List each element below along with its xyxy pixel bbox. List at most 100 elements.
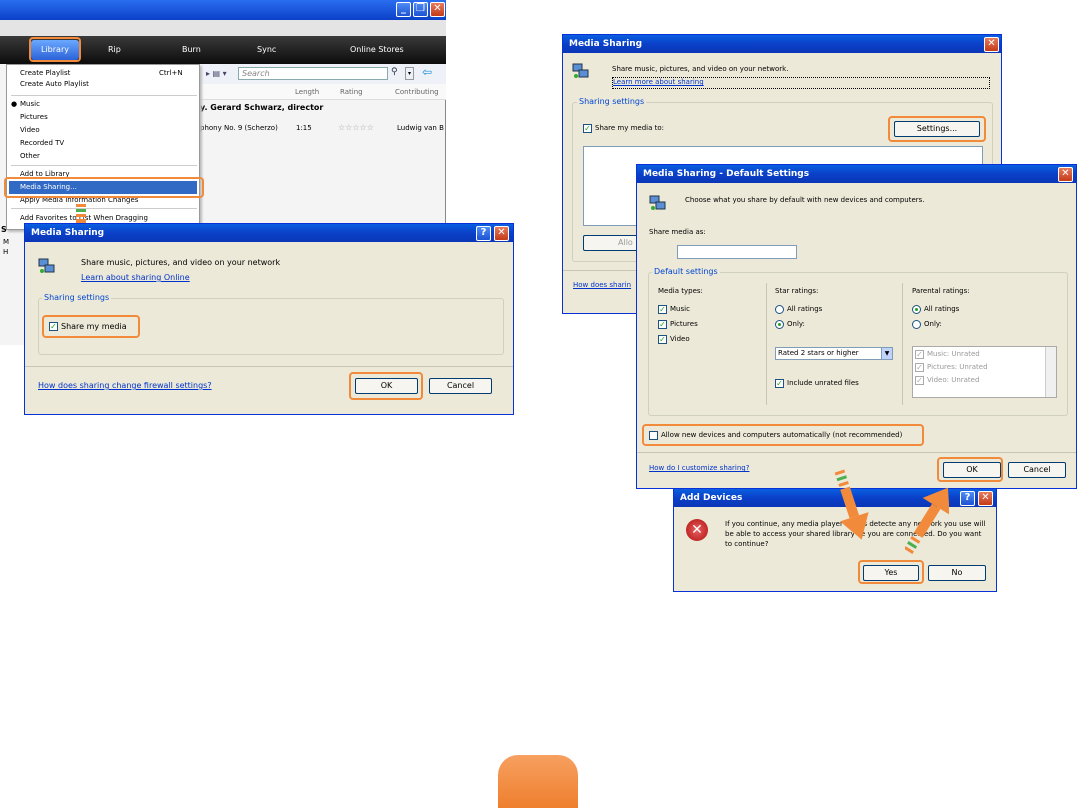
track-length: 1:15 — [296, 124, 312, 132]
dialog-description: Share music, pictures, and video on your… — [81, 258, 281, 267]
learn-more-link[interactable]: Learn more about sharing — [612, 77, 990, 89]
dialog-titlebar: Media Sharing — [563, 35, 1001, 53]
default-settings-dialog: Media Sharing - Default Settings ✕ Choos… — [636, 164, 1077, 489]
divider — [637, 452, 1076, 453]
music-checkbox[interactable]: ✓ — [658, 305, 667, 314]
help-icon[interactable]: ? — [476, 226, 491, 241]
parental-ratings-list[interactable]: ✓ Music: Unrated ✓ Pictures: Unrated ✓ V… — [912, 346, 1057, 398]
include-unrated-label: Include unrated files — [787, 379, 859, 387]
dialog-titlebar: Media Sharing — [25, 224, 513, 242]
menu-pictures[interactable]: Pictures — [20, 113, 48, 121]
back-icon[interactable]: ⇦ — [422, 65, 432, 79]
close-icon[interactable]: ✕ — [984, 37, 999, 52]
star-only-label: Only: — [787, 320, 805, 328]
divider — [25, 366, 513, 367]
column-rating[interactable]: Rating — [340, 88, 363, 96]
up-arrow-icon — [905, 487, 949, 554]
close-icon[interactable]: ✕ — [978, 491, 993, 506]
no-button[interactable]: No — [928, 565, 986, 581]
settings-highlight — [888, 116, 986, 142]
track-contributing: Ludwig van B — [397, 124, 444, 132]
menu-recorded-tv[interactable]: Recorded TV — [20, 139, 64, 147]
group-title: Default settings — [652, 267, 720, 276]
star-rating-value: Rated 2 stars or higher — [778, 349, 859, 357]
music-label: Music — [670, 305, 690, 313]
cancel-button[interactable]: Cancel — [1008, 462, 1066, 478]
maximize-icon[interactable]: ❐ — [413, 2, 428, 17]
parental-pictures-label: Pictures: Unrated — [927, 363, 988, 371]
allow-new-highlight — [642, 424, 924, 446]
menu-bullet-icon: ● — [11, 100, 18, 108]
menu-create-auto-playlist[interactable]: Create Auto Playlist — [20, 80, 89, 88]
menu-video[interactable]: Video — [20, 126, 40, 134]
share-media-to-checkbox[interactable]: ✓ — [583, 124, 592, 133]
search-input[interactable]: Search — [238, 67, 388, 80]
scrollbar[interactable] — [1045, 347, 1056, 397]
media-sharing-highlight — [4, 177, 204, 198]
share-as-input[interactable] — [677, 245, 797, 259]
allow-button[interactable]: Allo — [583, 235, 643, 251]
parental-only-label: Only: — [924, 320, 942, 328]
media-sharing-dialog: Media Sharing ? ✕ Share music, pictures,… — [24, 223, 514, 415]
tab-sync[interactable]: Sync — [257, 45, 276, 54]
column-length[interactable]: Length — [295, 88, 319, 96]
share-as-label: Share media as: — [649, 228, 706, 236]
library-menu: Create Playlist Ctrl+N Create Auto Playl… — [6, 64, 200, 230]
parental-all-radio[interactable] — [912, 305, 921, 314]
menu-other[interactable]: Other — [20, 152, 40, 160]
learn-sharing-link[interactable]: Learn about sharing Online — [81, 273, 190, 282]
star-only-radio[interactable] — [775, 320, 784, 329]
video-checkbox[interactable]: ✓ — [658, 335, 667, 344]
minimize-icon[interactable]: _ — [396, 2, 411, 17]
column-contributing[interactable]: Contributing — [395, 88, 439, 96]
side-pane-letter: H — [3, 248, 9, 256]
menu-divider — [11, 95, 197, 96]
view-options-icon[interactable]: ▸ ▤ ▾ — [206, 69, 227, 78]
chevron-down-icon[interactable]: ▼ — [881, 348, 892, 359]
tab-rip[interactable]: Rip — [108, 45, 121, 54]
dialog-title: Media Sharing — [31, 228, 105, 238]
table-row[interactable]: phony No. 9 (Scherzo) 1:15 ☆☆☆☆☆ Ludwig … — [200, 123, 446, 136]
rating-stars-icon[interactable]: ☆☆☆☆☆ — [338, 123, 374, 132]
parental-ratings-label: Parental ratings: — [912, 287, 970, 295]
parental-only-radio[interactable] — [912, 320, 921, 329]
cancel-button[interactable]: Cancel — [429, 378, 492, 394]
star-all-radio[interactable] — [775, 305, 784, 314]
dialog-title: Media Sharing — [569, 39, 643, 49]
close-icon[interactable]: ✕ — [430, 2, 445, 17]
include-unrated-checkbox[interactable]: ✓ — [775, 379, 784, 388]
dialog-description: Share music, pictures, and video on your… — [612, 65, 789, 73]
ok-highlight — [937, 457, 1003, 482]
ok-highlight — [349, 372, 423, 400]
firewall-settings-link[interactable]: How does sharing change firewall setting… — [38, 381, 212, 390]
star-rating-select[interactable]: Rated 2 stars or higher ▼ — [775, 347, 893, 360]
close-icon[interactable]: ✕ — [1058, 167, 1073, 182]
pictures-label: Pictures — [670, 320, 698, 328]
wmp-menu-band — [0, 20, 446, 36]
parental-video-checkbox: ✓ — [915, 376, 924, 385]
group-title: Sharing settings — [42, 293, 112, 302]
divider — [766, 283, 767, 405]
how-does-sharing-link[interactable]: How does sharin — [573, 281, 631, 289]
parental-video-label: Video: Unrated — [927, 376, 980, 384]
tab-online-stores[interactable]: Online Stores — [350, 45, 404, 54]
close-icon[interactable]: ✕ — [494, 226, 509, 241]
dialog-titlebar: Media Sharing - Default Settings — [637, 165, 1076, 183]
album-title: y. Gerard Schwarz, director — [200, 103, 324, 112]
customize-sharing-link[interactable]: How do I customize sharing? — [649, 464, 749, 472]
menu-create-playlist[interactable]: Create Playlist — [20, 69, 70, 77]
dialog-description: Choose what you share by default with ne… — [685, 196, 925, 204]
share-media-highlight — [42, 315, 140, 338]
parental-music-checkbox: ✓ — [915, 350, 924, 359]
tab-burn[interactable]: Burn — [182, 45, 201, 54]
star-all-label: All ratings — [787, 305, 823, 313]
pictures-checkbox[interactable]: ✓ — [658, 320, 667, 329]
menu-create-playlist-shortcut: Ctrl+N — [159, 69, 183, 77]
search-dropdown-icon[interactable]: ▾ — [405, 67, 414, 80]
library-highlight — [29, 37, 81, 62]
parental-pictures-checkbox: ✓ — [915, 363, 924, 372]
menu-music[interactable]: Music — [20, 100, 40, 108]
track-title: phony No. 9 (Scherzo) — [200, 124, 278, 132]
search-icon[interactable]: ⚲ — [391, 67, 398, 77]
help-icon[interactable]: ? — [960, 491, 975, 506]
